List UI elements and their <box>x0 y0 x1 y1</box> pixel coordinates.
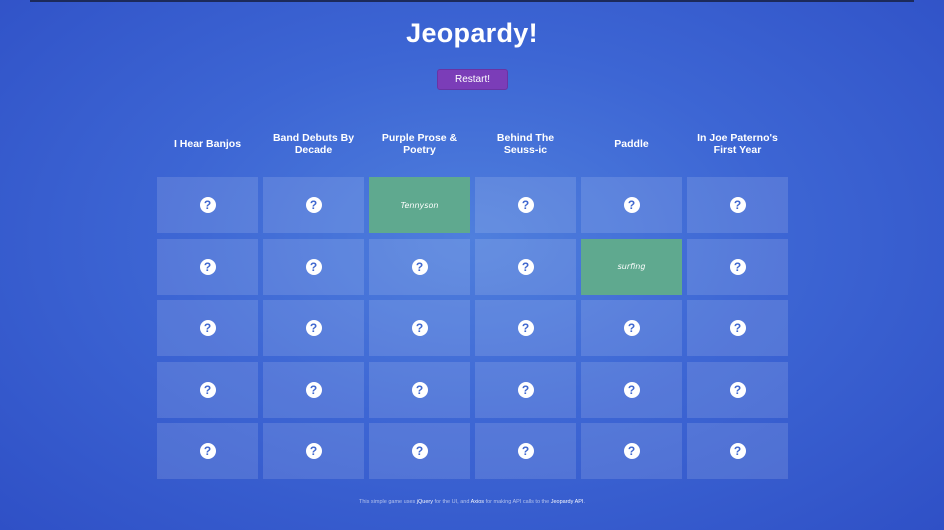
question-mark-icon: ? <box>199 381 216 398</box>
category-header: Band Debuts By Decade <box>272 132 355 156</box>
question-mark-icon: ? <box>517 381 534 398</box>
answer-text: surfing <box>617 262 646 271</box>
board-cell[interactable]: ? <box>475 177 576 233</box>
question-mark-icon: ? <box>305 443 322 459</box>
board-cell[interactable]: ? <box>263 423 364 479</box>
question-mark-icon: ? <box>199 443 216 459</box>
restart-button[interactable]: Restart! <box>437 69 508 90</box>
jquery-link[interactable]: jQuery <box>417 499 433 505</box>
question-mark-icon: ? <box>305 320 322 336</box>
page-title: Jeopardy! <box>406 18 538 48</box>
board-cell[interactable]: ? <box>581 300 682 356</box>
board-cell[interactable]: ? <box>157 423 258 479</box>
board-cell[interactable]: ? <box>475 361 576 418</box>
axios-link[interactable]: Axios <box>471 499 484 505</box>
category-headers: I Hear Banjos Band Debuts By Decade Purp… <box>157 124 788 164</box>
category-header: I Hear Banjos <box>173 138 242 150</box>
question-mark-icon: ? <box>729 381 746 398</box>
board-cell[interactable]: ? <box>369 300 470 356</box>
jeopardy-api-link[interactable]: Jeopardy API <box>551 499 584 505</box>
board-cell[interactable]: ? <box>687 177 788 233</box>
footer-text: for making API calls to the <box>484 499 551 505</box>
board-cell[interactable]: ? <box>475 300 576 356</box>
board-cell[interactable]: ? <box>157 361 258 418</box>
board-cell[interactable]: ? <box>475 423 576 479</box>
question-mark-icon: ? <box>517 258 534 275</box>
category-header: Behind The Seuss-ic <box>496 132 555 156</box>
board-cell[interactable]: ? <box>263 300 364 356</box>
footer-credits: This simple game uses jQuery for the UI,… <box>0 499 944 505</box>
board-cell[interactable]: ? <box>687 361 788 418</box>
board-cell[interactable]: ? <box>263 238 364 295</box>
question-mark-icon: ? <box>305 381 322 398</box>
board-cell[interactable]: ? <box>157 238 258 295</box>
board-cell[interactable]: ? <box>687 238 788 295</box>
question-mark-icon: ? <box>517 320 534 336</box>
board-cell[interactable]: ? <box>581 361 682 418</box>
question-mark-icon: ? <box>623 197 640 213</box>
answer-text: Tennyson <box>400 200 439 210</box>
footer-text: This simple game uses <box>359 499 417 505</box>
board-cell[interactable]: ? <box>157 300 258 356</box>
question-mark-icon: ? <box>199 258 216 275</box>
question-mark-icon: ? <box>305 197 322 213</box>
category-header: Purple Prose & Poetry <box>381 132 458 156</box>
question-mark-icon: ? <box>411 381 428 398</box>
footer-text: . <box>583 499 585 505</box>
board-cell[interactable]: ? <box>263 177 364 233</box>
question-mark-icon: ? <box>729 197 746 213</box>
question-mark-icon: ? <box>305 258 322 275</box>
question-mark-icon: ? <box>411 320 428 336</box>
question-mark-icon: ? <box>729 320 746 336</box>
question-mark-icon: ? <box>199 320 216 336</box>
category-header: Paddle <box>614 138 649 150</box>
board-cell[interactable]: ? <box>369 361 470 418</box>
board-cell[interactable]: ? <box>475 238 576 295</box>
board-cell[interactable]: ? <box>581 177 682 233</box>
question-mark-icon: ? <box>199 197 216 213</box>
question-mark-icon: ? <box>623 320 640 336</box>
question-mark-icon: ? <box>411 443 428 459</box>
game-board: ?? Tennyson??????? surfing????????????????… <box>157 177 788 479</box>
top-divider <box>30 0 914 2</box>
question-mark-icon: ? <box>517 197 534 213</box>
board-cell[interactable]: ? <box>687 423 788 479</box>
board-cell[interactable]: ? <box>581 423 682 479</box>
question-mark-icon: ? <box>729 443 746 459</box>
board-cell[interactable]: ? <box>369 238 470 295</box>
board-cell[interactable]: Tennyson <box>369 177 470 233</box>
board-cell[interactable]: surfing <box>581 238 682 295</box>
board-cell[interactable]: ? <box>157 177 258 233</box>
board-cell[interactable]: ? <box>369 423 470 479</box>
question-mark-icon: ? <box>411 258 428 275</box>
question-mark-icon: ? <box>729 258 746 275</box>
category-header: In Joe Paterno's First Year <box>697 132 778 156</box>
question-mark-icon: ? <box>623 381 640 398</box>
board-cell[interactable]: ? <box>687 300 788 356</box>
question-mark-icon: ? <box>517 443 534 459</box>
footer-text: for the UI, and <box>433 499 471 505</box>
board-cell[interactable]: ? <box>263 361 364 418</box>
question-mark-icon: ? <box>623 443 640 459</box>
